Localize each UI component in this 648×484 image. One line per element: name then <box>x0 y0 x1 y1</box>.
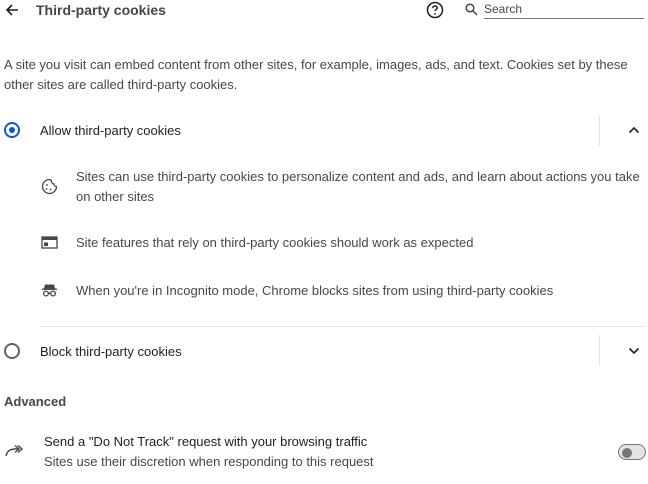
block-third-party-cookies-option[interactable]: Block third-party cookies <box>0 337 648 365</box>
allow-option-label: Allow third-party cookies <box>40 123 181 138</box>
do-not-track-row[interactable]: Send a "Do Not Track" request with your … <box>0 428 648 474</box>
search-input[interactable] <box>484 2 644 19</box>
block-option-label: Block third-party cookies <box>40 344 182 359</box>
intro-description: A site you visit can embed content from … <box>4 57 628 92</box>
dnt-toggle[interactable] <box>618 444 646 460</box>
allow-radio-button[interactable] <box>4 122 20 138</box>
detail-text: Sites can use third-party cookies to per… <box>76 169 640 204</box>
search-icon <box>464 2 478 16</box>
web-page-icon <box>40 234 58 250</box>
toggle-knob <box>622 448 632 458</box>
block-radio-button[interactable] <box>4 343 20 359</box>
chevron-up-icon[interactable] <box>624 121 644 139</box>
divider <box>40 326 644 327</box>
cookie-icon <box>40 177 58 195</box>
allow-third-party-cookies-option[interactable]: Allow third-party cookies <box>0 116 648 144</box>
page-title: Third-party cookies <box>36 2 166 18</box>
dnt-title: Send a "Do Not Track" request with your … <box>44 434 368 449</box>
detail-text: Site features that rely on third-party c… <box>76 235 474 250</box>
incognito-icon <box>40 281 58 299</box>
forward-arrow-icon <box>4 442 24 458</box>
help-icon[interactable] <box>425 0 445 20</box>
divider <box>599 115 600 146</box>
back-arrow-icon[interactable] <box>2 0 22 20</box>
detail-text: When you're in Incognito mode, Chrome bl… <box>76 283 554 298</box>
divider <box>599 335 600 366</box>
chevron-down-icon[interactable] <box>624 342 644 360</box>
dnt-subtitle: Sites use their discretion when respondi… <box>44 454 374 469</box>
advanced-heading: Advanced <box>4 394 67 409</box>
